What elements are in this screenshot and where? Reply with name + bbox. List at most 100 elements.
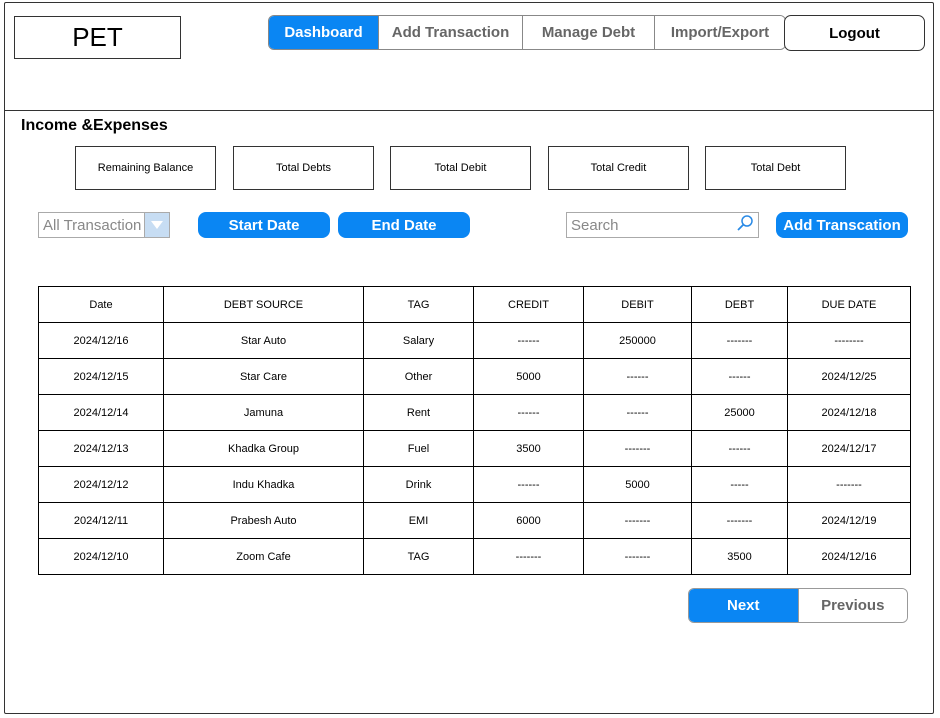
add-transaction-button[interactable]: Add Transcation bbox=[776, 212, 908, 238]
nav-tab-manage-debt[interactable]: Manage Debt bbox=[523, 16, 655, 49]
table-cell: Star Care bbox=[163, 358, 364, 395]
table-cell: Indu Khadka bbox=[163, 466, 364, 503]
summary-card-total-credit: Total Credit bbox=[548, 146, 689, 190]
table-cell: ------ bbox=[691, 358, 788, 395]
nav-tab-import-export[interactable]: Import/Export bbox=[655, 16, 785, 49]
table-cell: 3500 bbox=[473, 430, 584, 467]
table-cell: 2024/12/19 bbox=[787, 502, 911, 539]
end-date-label: End Date bbox=[371, 216, 437, 234]
add-transaction-label: Add Transcation bbox=[783, 216, 901, 234]
table-cell: TAG bbox=[363, 538, 474, 575]
table-cell: ------- bbox=[583, 502, 692, 539]
nav-tab-label: Import/Export bbox=[670, 24, 770, 41]
table-cell: ------ bbox=[583, 394, 692, 431]
previous-label: Previous bbox=[821, 597, 885, 614]
table-cell: 2024/12/16 bbox=[38, 322, 164, 359]
summary-card-label: Total Debts bbox=[275, 162, 332, 174]
table-cell: 25000 bbox=[691, 394, 788, 431]
table-row: 2024/12/13 Khadka Group Fuel 3500 ------… bbox=[38, 430, 911, 467]
table-cell: ------- bbox=[787, 466, 911, 503]
summary-card-label: Remaining Balance bbox=[97, 162, 194, 174]
table-cell: Drink bbox=[363, 466, 474, 503]
table-cell: ------- bbox=[583, 538, 692, 575]
table-header-row: Date DEBT SOURCE TAG CREDIT DEBIT DEBT D… bbox=[38, 286, 911, 323]
table-row: 2024/12/10 Zoom Cafe TAG ------- -------… bbox=[38, 538, 911, 575]
column-header-debt: DEBT bbox=[691, 286, 788, 323]
main-nav: Dashboard Add Transaction Manage Debt Im… bbox=[268, 15, 786, 50]
start-date-label: Start Date bbox=[228, 216, 300, 234]
transaction-type-select[interactable]: All Transaction bbox=[38, 212, 170, 238]
table-cell: Salary bbox=[363, 322, 474, 359]
nav-tab-dashboard[interactable]: Dashboard bbox=[269, 16, 379, 49]
summary-card-label: Total Debt bbox=[750, 162, 801, 174]
table-cell: 5000 bbox=[473, 358, 584, 395]
table-cell: 2024/12/16 bbox=[787, 538, 911, 575]
table-cell: Fuel bbox=[363, 430, 474, 467]
summary-card-label: Total Credit bbox=[590, 162, 647, 174]
transaction-type-value: All Transaction bbox=[43, 216, 142, 234]
chevron-down-icon[interactable] bbox=[144, 213, 169, 237]
table-cell: Khadka Group bbox=[163, 430, 364, 467]
column-header-debt-source: DEBT SOURCE bbox=[163, 286, 364, 323]
search-box bbox=[566, 212, 759, 238]
summary-card-total-debt: Total Debt bbox=[705, 146, 846, 190]
table-row: 2024/12/14 Jamuna Rent ------ ------ 250… bbox=[38, 394, 911, 431]
app-logo: PET bbox=[14, 16, 181, 59]
nav-tab-label: Manage Debt bbox=[541, 24, 636, 41]
end-date-button[interactable]: End Date bbox=[338, 212, 470, 238]
transactions-table: Date DEBT SOURCE TAG CREDIT DEBIT DEBT D… bbox=[38, 286, 911, 575]
table-cell: 2024/12/17 bbox=[787, 430, 911, 467]
column-header-debit: DEBIT bbox=[583, 286, 692, 323]
previous-button[interactable]: Previous bbox=[797, 589, 907, 622]
start-date-button[interactable]: Start Date bbox=[198, 212, 330, 238]
table-cell: ------ bbox=[473, 322, 584, 359]
column-header-tag: TAG bbox=[363, 286, 474, 323]
logout-button[interactable]: Logout bbox=[784, 15, 925, 51]
table-cell: ------ bbox=[473, 466, 584, 503]
table-cell: 3500 bbox=[691, 538, 788, 575]
table-cell: Zoom Cafe bbox=[163, 538, 364, 575]
table-cell: Prabesh Auto bbox=[163, 502, 364, 539]
table-cell: Rent bbox=[363, 394, 474, 431]
table-cell: ------- bbox=[691, 322, 788, 359]
table-cell: ------ bbox=[691, 430, 788, 467]
table-row: 2024/12/12 Indu Khadka Drink ------ 5000… bbox=[38, 466, 911, 503]
column-header-credit: CREDIT bbox=[473, 286, 584, 323]
next-label: Next bbox=[726, 597, 760, 614]
table-cell: 2024/12/14 bbox=[38, 394, 164, 431]
nav-tab-label: Add Transaction bbox=[391, 24, 510, 41]
table-cell: Star Auto bbox=[163, 322, 364, 359]
table-cell: 2024/12/25 bbox=[787, 358, 911, 395]
table-cell: 5000 bbox=[583, 466, 692, 503]
header-divider bbox=[4, 110, 934, 111]
app-logo-text: PET bbox=[72, 22, 123, 52]
table-cell: 2024/12/15 bbox=[38, 358, 164, 395]
table-cell: 2024/12/11 bbox=[38, 502, 164, 539]
summary-card-remaining-balance: Remaining Balance bbox=[75, 146, 216, 190]
search-input[interactable] bbox=[567, 215, 735, 235]
table-cell: 2024/12/10 bbox=[38, 538, 164, 575]
table-cell: ------- bbox=[583, 430, 692, 467]
table-cell: EMI bbox=[363, 502, 474, 539]
table-cell: ----- bbox=[691, 466, 788, 503]
table-cell: -------- bbox=[787, 322, 911, 359]
nav-tab-add-transaction[interactable]: Add Transaction bbox=[379, 16, 523, 49]
table-cell: 6000 bbox=[473, 502, 584, 539]
table-cell: Jamuna bbox=[163, 394, 364, 431]
table-cell: 2024/12/12 bbox=[38, 466, 164, 503]
table-row: 2024/12/11 Prabesh Auto EMI 6000 -------… bbox=[38, 502, 911, 539]
summary-card-label: Total Debit bbox=[434, 162, 487, 174]
section-title: Income &Expenses bbox=[21, 117, 168, 134]
column-header-date: Date bbox=[38, 286, 164, 323]
table-cell: ------ bbox=[473, 394, 584, 431]
table-cell: ------- bbox=[691, 502, 788, 539]
table-cell: 2024/12/13 bbox=[38, 430, 164, 467]
search-icon[interactable] bbox=[735, 213, 758, 238]
nav-tab-label: Dashboard bbox=[284, 24, 363, 41]
next-button[interactable]: Next bbox=[689, 589, 798, 622]
table-cell: Other bbox=[363, 358, 474, 395]
table-cell: 2024/12/18 bbox=[787, 394, 911, 431]
summary-card-total-debit: Total Debit bbox=[390, 146, 531, 190]
pagination: Next Previous bbox=[688, 588, 908, 623]
table-row: 2024/12/15 Star Care Other 5000 ------ -… bbox=[38, 358, 911, 395]
